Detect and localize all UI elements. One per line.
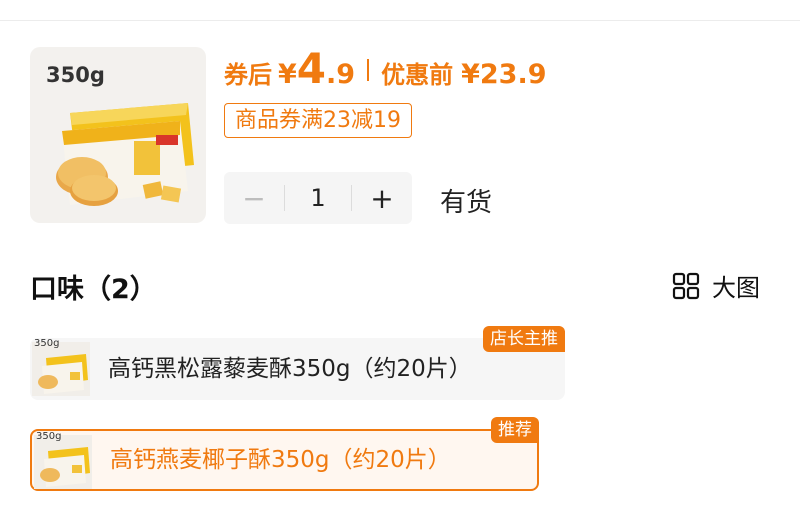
flavor-option-label: 高钙黑松露藜麦酥350g（约20片） <box>108 356 472 382</box>
flavor-thumbnail <box>32 342 90 396</box>
flavor-thumbnail <box>34 435 92 489</box>
price-before: ¥23.9 <box>461 59 547 90</box>
price-after-decimal: .9 <box>326 59 356 90</box>
flavor-section-title: 口味（2） <box>30 274 157 305</box>
grid-icon <box>672 272 700 299</box>
recommend-tag: 推荐 <box>491 417 539 443</box>
stock-status: 有货 <box>440 188 493 218</box>
quantity-value[interactable]: 1 <box>285 184 351 212</box>
flavor-option[interactable]: 350g 高钙黑松露藜麦酥350g（约20片） 店长主推 <box>30 326 565 400</box>
price-before-label: 优惠前 <box>381 61 454 89</box>
price-row: 券后 ¥ 4 .9 优惠前 ¥23.9 <box>224 44 546 96</box>
recommend-tag: 店长主推 <box>483 326 565 352</box>
product-box-illustration <box>56 103 194 206</box>
top-divider <box>0 20 800 21</box>
currency-symbol: ¥ <box>278 59 297 90</box>
flavor-option-label: 高钙燕麦椰子酥350g（约20片） <box>110 447 451 473</box>
price-after-label: 券后 <box>224 61 272 89</box>
large-image-view-toggle[interactable]: 大图 <box>672 268 760 303</box>
flavor-option-selected[interactable]: 350g 高钙燕麦椰子酥350g（约20片） 推荐 <box>30 417 539 491</box>
weight-badge: 350g <box>46 63 105 87</box>
quantity-stepper: − 1 + <box>224 172 412 224</box>
view-toggle-label: 大图 <box>712 274 760 302</box>
increment-button[interactable]: + <box>352 182 412 215</box>
flavor-thumb-weight: 350g <box>34 338 60 349</box>
decrement-button[interactable]: − <box>224 182 284 215</box>
product-image[interactable]: 350g <box>30 47 206 223</box>
price-after-integer: 4 <box>296 44 327 93</box>
coupon-badge[interactable]: 商品券满23减19 <box>224 103 412 138</box>
price-separator <box>367 59 370 81</box>
flavor-thumb-weight: 350g <box>36 431 62 442</box>
